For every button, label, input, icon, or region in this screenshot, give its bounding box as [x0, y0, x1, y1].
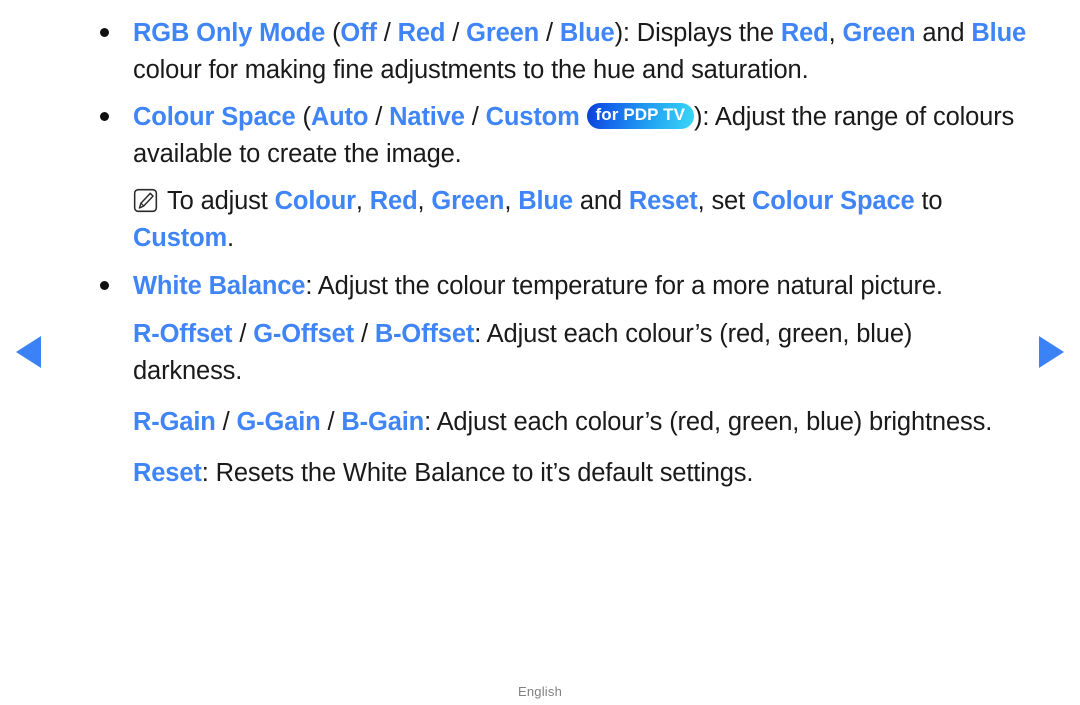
- footer-language-label: English: [517, 684, 563, 699]
- manual-paragraph-colour-space: Colour Space (Auto / Native / Custom for…: [133, 99, 1028, 173]
- body-text: /: [376, 19, 398, 47]
- manual-paragraph-rgb-only-mode: RGB Only Mode (Off / Red / Green / Blue)…: [133, 15, 1028, 89]
- triangle-right-icon[interactable]: [1039, 336, 1064, 368]
- bullet-marker: [100, 112, 109, 121]
- keyword-text: RGB Only Mode: [133, 19, 326, 47]
- body-text: : Adjust each colour’s (red, green, blue…: [424, 408, 993, 436]
- body-text: (: [295, 103, 312, 131]
- keyword-text: Reset: [628, 187, 698, 215]
- samsung-note-icon: [133, 187, 158, 213]
- body-text: : Adjust the colour temperature for a mo…: [305, 272, 943, 300]
- keyword-text: Blue: [971, 19, 1027, 47]
- keyword-text: Blue: [559, 19, 615, 47]
- keyword-text: Colour Space: [133, 103, 296, 131]
- keyword-text: Native: [389, 103, 465, 131]
- triangle-left-icon[interactable]: [16, 336, 41, 368]
- keyword-text: Green: [466, 19, 540, 47]
- bullet-marker: [100, 28, 109, 37]
- keyword-text: Green: [431, 187, 505, 215]
- manual-page-content: RGB Only Mode (Off / Red / Green / Blue)…: [0, 0, 1080, 705]
- body-text: and: [572, 187, 629, 215]
- keyword-text: Red: [369, 187, 418, 215]
- keyword-text: Blue: [518, 187, 573, 215]
- body-text: .: [227, 224, 234, 252]
- body-text: /: [215, 408, 237, 436]
- body-text: /: [539, 19, 560, 47]
- body-text: (: [325, 19, 341, 47]
- manual-paragraph-offsets: R-Offset / G-Offset / B-Offset: Adjust e…: [133, 316, 968, 390]
- keyword-text: Custom: [485, 103, 580, 131]
- manual-paragraph-white-balance: White Balance: Adjust the colour tempera…: [133, 268, 1028, 305]
- keyword-text: Colour: [274, 187, 356, 215]
- keyword-text: Red: [397, 19, 446, 47]
- keyword-text: R-Offset: [133, 320, 233, 348]
- body-text: and: [915, 19, 972, 47]
- body-text: ,: [355, 187, 370, 215]
- keyword-text: Green: [842, 19, 916, 47]
- body-text: /: [232, 320, 254, 348]
- body-text: [580, 103, 587, 131]
- manual-paragraph-gains: R-Gain / G-Gain / B-Gain: Adjust each co…: [133, 404, 1028, 441]
- keyword-text: B-Gain: [341, 408, 425, 436]
- keyword-text: Reset: [133, 459, 202, 487]
- body-text: /: [445, 19, 467, 47]
- body-text: , set: [697, 187, 752, 215]
- keyword-text: White Balance: [133, 272, 306, 300]
- keyword-text: Custom: [133, 224, 228, 252]
- keyword-text: B-Offset: [374, 320, 475, 348]
- body-text: To adjust: [167, 187, 275, 215]
- body-text: to: [914, 187, 943, 215]
- body-text: /: [464, 103, 486, 131]
- manual-note-colour-space: To adjust Colour, Red, Green, Blue and R…: [133, 183, 1008, 257]
- body-text: /: [320, 408, 342, 436]
- body-text: /: [354, 320, 375, 348]
- keyword-text: Red: [780, 19, 829, 47]
- keyword-text: Off: [340, 19, 377, 47]
- body-text: : Resets the White Balance to it’s defau…: [201, 459, 754, 487]
- body-text: ,: [504, 187, 519, 215]
- badge-for-pdp-tv: for PDP TV: [586, 103, 695, 129]
- body-text: colour for making fine adjustments to th…: [133, 56, 809, 84]
- body-text: ,: [828, 19, 843, 47]
- body-text: /: [368, 103, 390, 131]
- keyword-text: G-Gain: [236, 408, 321, 436]
- keyword-text: R-Gain: [133, 408, 216, 436]
- keyword-text: G-Offset: [253, 320, 355, 348]
- body-text: ,: [417, 187, 432, 215]
- manual-paragraph-reset: Reset: Resets the White Balance to it’s …: [133, 455, 1028, 492]
- bullet-marker: [100, 281, 109, 290]
- keyword-text: Colour Space: [751, 187, 915, 215]
- body-text: ): Displays the: [614, 19, 781, 47]
- keyword-text: Auto: [310, 103, 369, 131]
